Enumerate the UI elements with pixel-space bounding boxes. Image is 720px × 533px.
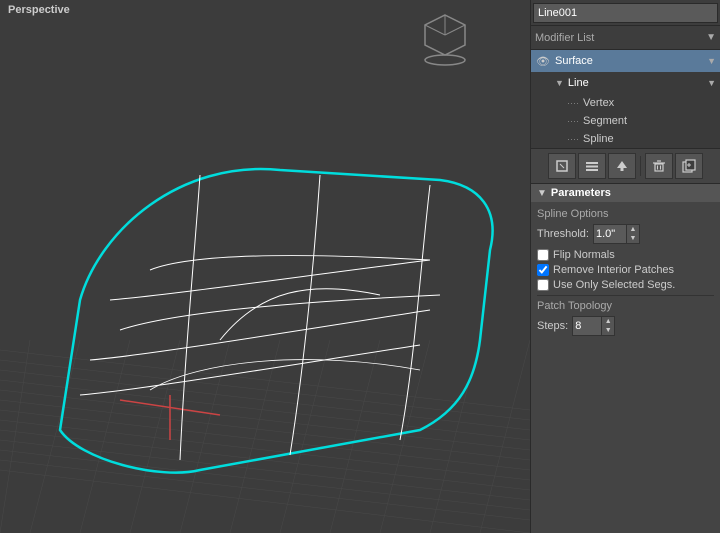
modifier-name-line: Line — [568, 77, 589, 89]
steps-label: Steps: — [537, 320, 568, 332]
object-name-bar — [531, 0, 720, 26]
use-selected-label[interactable]: Use Only Selected Segs. — [553, 279, 675, 291]
threshold-input-wrap: ▲ ▼ — [593, 224, 640, 244]
flip-normals-row: Flip Normals — [537, 249, 714, 261]
line-expand-icon: ▼ — [555, 78, 564, 88]
modifier-item-line[interactable]: ▼ Line ▼ — [531, 72, 720, 94]
delete-button[interactable] — [645, 153, 673, 179]
use-selected-checkbox[interactable] — [537, 279, 549, 291]
vertex-label: Vertex — [583, 97, 614, 109]
steps-input-wrap: ▲ ▼ — [572, 316, 615, 336]
segment-dot-icon: ···· — [567, 116, 579, 126]
modifier-list-dropdown-icon: ▼ — [706, 32, 716, 43]
modifier-item-surface[interactable]: 👁 Surface ▼ — [531, 50, 720, 72]
modifier-list-bar[interactable]: Modifier List ▼ — [531, 26, 720, 50]
viewport-canvas — [0, 0, 530, 533]
remove-interior-checkbox[interactable] — [537, 264, 549, 276]
toolbar-separator — [640, 156, 641, 176]
patch-topology-label: Patch Topology — [537, 300, 714, 312]
param-group-spline: Spline Options Threshold: ▲ ▼ Flip Norma… — [531, 206, 720, 338]
modifier-sub-spline[interactable]: ···· Spline — [531, 130, 720, 148]
parameters-header[interactable]: ▼ Parameters — [531, 184, 720, 202]
section-divider — [537, 295, 714, 296]
threshold-input[interactable] — [594, 227, 626, 241]
viewport[interactable]: Perspective — [0, 0, 530, 533]
flip-normals-checkbox[interactable] — [537, 249, 549, 261]
threshold-down-button[interactable]: ▼ — [627, 234, 639, 243]
configure-button[interactable] — [578, 153, 606, 179]
spline-dot-icon: ···· — [567, 134, 579, 144]
threshold-spinner: ▲ ▼ — [626, 225, 639, 243]
modifier-sub-segment[interactable]: ···· Segment — [531, 112, 720, 130]
remove-interior-row: Remove Interior Patches — [537, 264, 714, 276]
remove-interior-label[interactable]: Remove Interior Patches — [553, 264, 674, 276]
parameters-section: ▼ Parameters Spline Options Threshold: ▲… — [531, 184, 720, 533]
steps-spinner: ▲ ▼ — [601, 317, 614, 335]
threshold-label: Threshold: — [537, 228, 589, 240]
line-dropdown-icon: ▼ — [707, 78, 716, 88]
segment-label: Segment — [583, 115, 627, 127]
right-panel: Modifier List ▼ 👁 Surface ▼ ▼ Line ▼ ···… — [530, 0, 720, 533]
threshold-up-button[interactable]: ▲ — [627, 225, 639, 234]
object-name-input[interactable] — [533, 3, 718, 23]
copy-button[interactable] — [675, 153, 703, 179]
parameters-expand-icon: ▼ — [537, 188, 547, 199]
use-selected-row: Use Only Selected Segs. — [537, 279, 714, 291]
steps-up-button[interactable]: ▲ — [602, 317, 614, 326]
modifier-sub-vertex[interactable]: ···· Vertex — [531, 94, 720, 112]
steps-down-button[interactable]: ▼ — [602, 326, 614, 335]
spline-options-label: Spline Options — [537, 208, 714, 220]
steps-input[interactable] — [573, 319, 601, 333]
viewport-label: Perspective — [8, 4, 70, 16]
up-button[interactable] — [608, 153, 636, 179]
visibility-icon[interactable]: 👁 — [535, 53, 551, 69]
modifier-stack: 👁 Surface ▼ ▼ Line ▼ ···· Vertex ···· Se… — [531, 50, 720, 149]
modifier-name-surface: Surface — [555, 55, 593, 67]
modifier-list-label: Modifier List — [535, 32, 706, 44]
pin-button[interactable] — [548, 153, 576, 179]
parameters-title: Parameters — [551, 187, 611, 199]
threshold-row: Threshold: ▲ ▼ — [537, 224, 714, 244]
modifier-toolbar — [531, 149, 720, 184]
modifier-expand-icon: ▼ — [707, 56, 716, 66]
vertex-dot-icon: ···· — [567, 98, 579, 108]
spline-label: Spline — [583, 133, 614, 145]
flip-normals-label[interactable]: Flip Normals — [553, 249, 615, 261]
steps-row: Steps: ▲ ▼ — [537, 316, 714, 336]
